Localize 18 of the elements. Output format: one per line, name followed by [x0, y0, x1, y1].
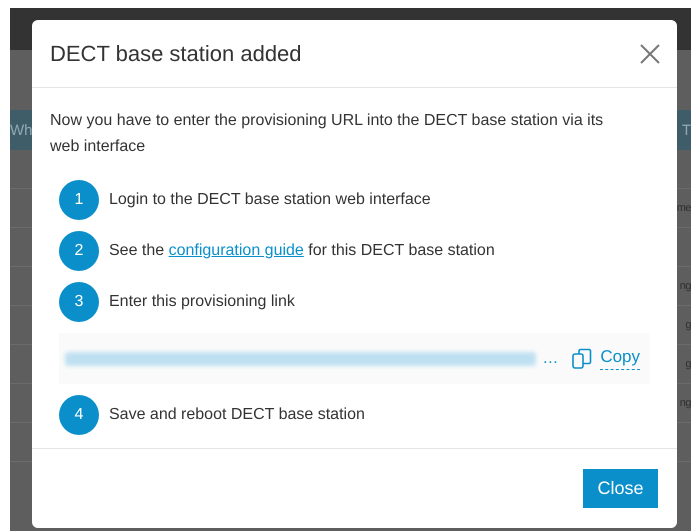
table-header: Wh — [10, 122, 32, 138]
intro-text: Now you have to enter the provisioning URL into the DECT base station via its web interface — [50, 111, 604, 157]
step-text: See the configuration guide for this DECT base station — [109, 242, 495, 260]
copy-icon[interactable] — [570, 346, 594, 370]
step-number: 4 — [59, 395, 99, 435]
ellipsis: … — [542, 350, 558, 368]
step-text: Enter this provisioning link — [109, 293, 295, 311]
dialog-title: DECT base station added — [50, 40, 302, 66]
step-number: 1 — [59, 180, 99, 220]
configuration-guide-link[interactable]: configuration guide — [168, 242, 304, 259]
close-icon[interactable] — [639, 42, 661, 64]
table-header: T — [682, 122, 691, 138]
step-text: Save and reboot DECT base station — [109, 406, 365, 424]
close-button[interactable]: Close — [583, 469, 658, 508]
copy-button[interactable]: Copy — [600, 347, 640, 370]
step-text: Login to the DECT base station web interface — [109, 191, 431, 209]
step-number: 3 — [59, 282, 99, 322]
step-number: 2 — [59, 231, 99, 271]
